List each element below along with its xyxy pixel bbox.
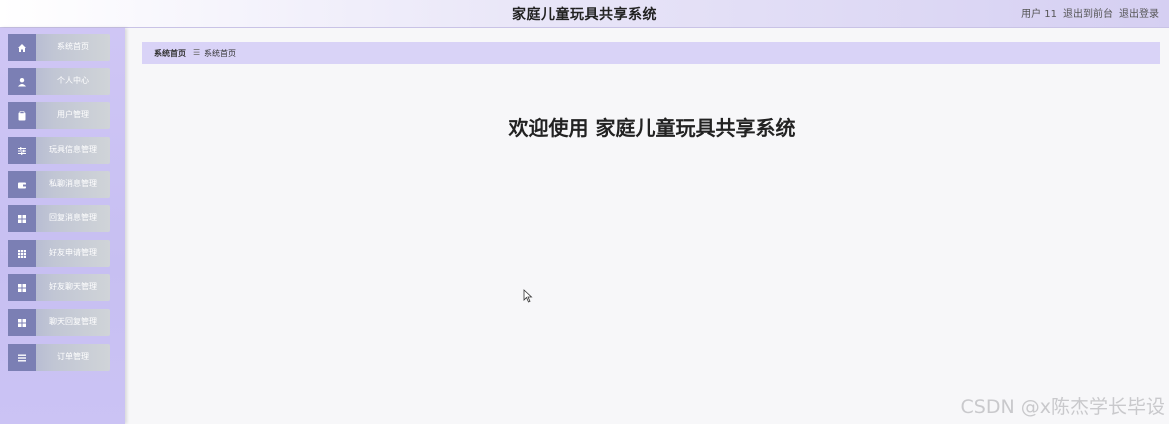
goto-front-link[interactable]: 退出到前台 (1063, 5, 1113, 20)
breadcrumb: 系统首页 ☰ 系统首页 (142, 42, 1160, 64)
current-user-label: 用户 11 (1021, 9, 1057, 20)
grid-icon (8, 309, 36, 336)
sidebar-item-friend-chat[interactable]: 好友聊天管理 (8, 274, 110, 301)
wallet-icon (8, 171, 36, 198)
sliders-icon (8, 137, 36, 164)
sidebar-item-reply-messages[interactable]: 回复消息管理 (8, 205, 110, 232)
sidebar-item-label: 聊天回复管理 (49, 317, 97, 326)
sidebar-item-home[interactable]: 系统首页 (8, 34, 110, 61)
apps-icon (8, 240, 36, 267)
breadcrumb-current: 系统首页 (204, 49, 236, 58)
sidebar-item-label: 系统首页 (57, 42, 89, 51)
sidebar-item-label: 玩具信息管理 (49, 145, 97, 154)
sidebar-item-private-messages[interactable]: 私聊消息管理 (8, 171, 110, 198)
sidebar-item-toys[interactable]: 玩具信息管理 (8, 137, 110, 164)
breadcrumb-home-link[interactable]: 系统首页 (154, 48, 186, 59)
list-icon (8, 344, 36, 371)
logout-link[interactable]: 退出登录 (1119, 5, 1159, 20)
sidebar-item-label: 回复消息管理 (49, 213, 97, 222)
sidebar-item-profile[interactable]: 个人中心 (8, 68, 110, 95)
grid-icon (8, 205, 36, 232)
sidebar-item-label: 好友聊天管理 (49, 282, 97, 291)
home-icon (8, 34, 36, 61)
sidebar-item-label: 私聊消息管理 (49, 179, 97, 188)
grid-icon (8, 274, 36, 301)
user-links: 用户 11 退出到前台 退出登录 (1021, 5, 1159, 20)
watermark-text: CSDN @x陈杰学长毕设 (960, 396, 1165, 418)
app-title: 家庭儿童玩具共享系统 (512, 7, 657, 23)
sidebar-menu: 系统首页 个人中心 用户管理 玩具信息管理 私聊消息管理 回复消息管理 好友申请… (0, 28, 125, 424)
mouse-cursor-icon (523, 289, 533, 303)
sidebar-item-orders[interactable]: 订单管理 (8, 344, 110, 371)
sidebar-item-label: 好友申请管理 (49, 248, 97, 257)
welcome-heading: 欢迎使用 家庭儿童玩具共享系统 (508, 116, 796, 140)
user-icon (8, 68, 36, 95)
sidebar-item-label: 订单管理 (57, 352, 89, 361)
breadcrumb-separator-icon: ☰ (193, 48, 201, 57)
sidebar-item-friend-requests[interactable]: 好友申请管理 (8, 240, 110, 267)
sidebar-item-chat-replies[interactable]: 聊天回复管理 (8, 309, 110, 336)
sidebar-item-label: 个人中心 (57, 76, 89, 85)
top-header-bar: 家庭儿童玩具共享系统 用户 11 退出到前台 退出登录 (0, 0, 1169, 28)
